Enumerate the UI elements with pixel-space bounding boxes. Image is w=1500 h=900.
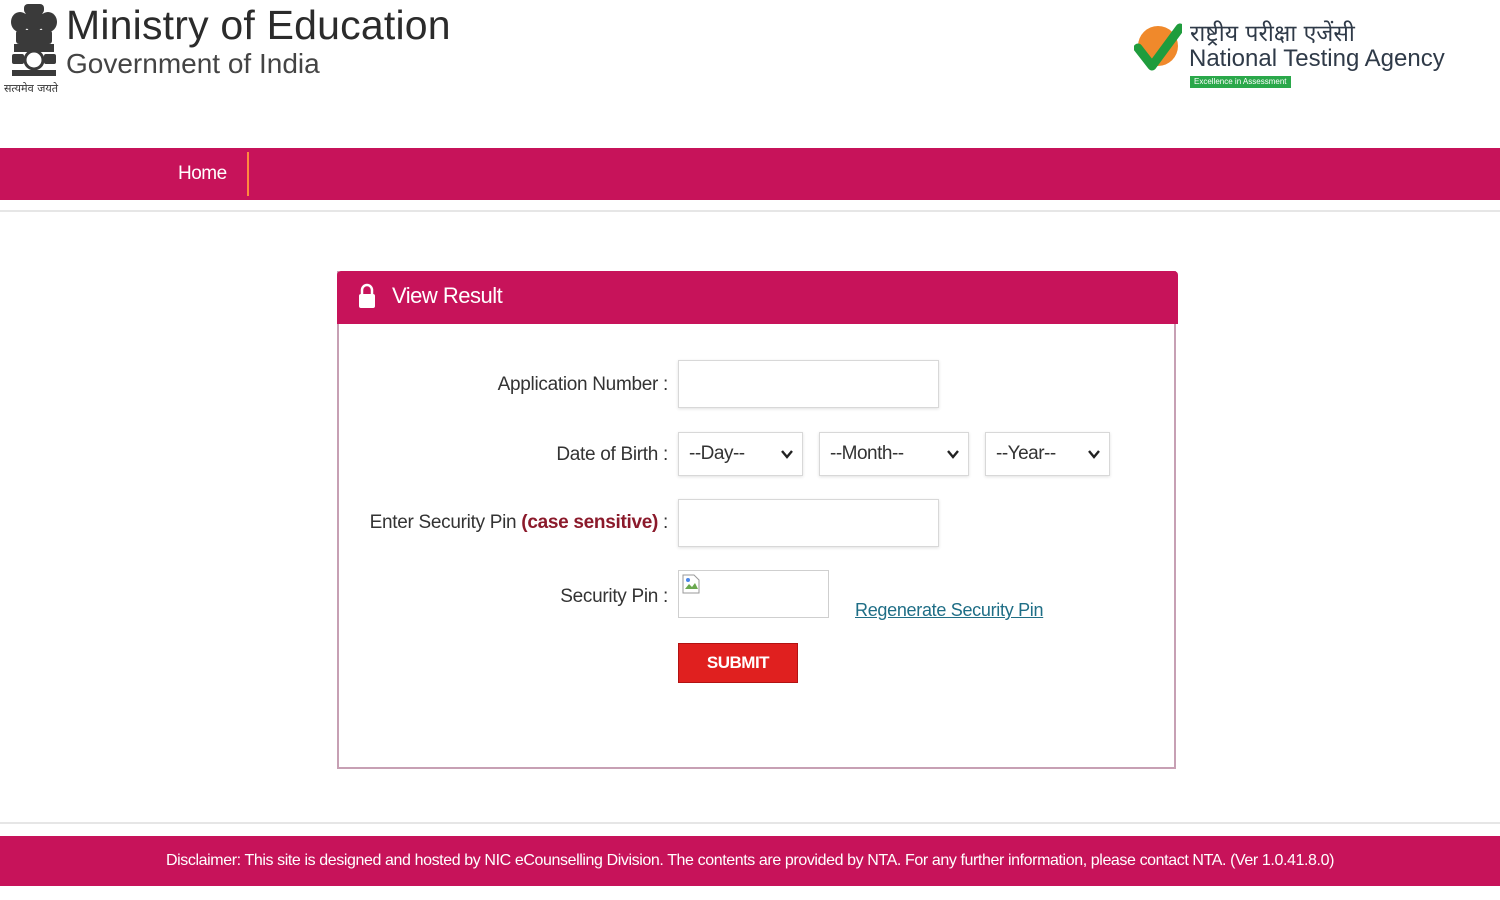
divider [0,210,1500,212]
security-pin-label: Security Pin : [560,586,668,607]
divider [0,822,1500,824]
dob-year-select[interactable]: --Year-- [985,432,1110,476]
dob-month-select[interactable]: --Month-- [819,432,969,476]
agency-hindi-name: राष्ट्रीय परीक्षा एजेंसी [1190,21,1355,47]
footer-disclaimer: Disclaimer: This site is designed and ho… [165,852,1335,869]
dob-year-value: --Year-- [996,443,1056,464]
chevron-down-icon [1088,450,1100,459]
broken-image-icon [682,574,700,594]
agency-tagline: Excellence in Assessment [1190,76,1291,88]
security-pin-captcha-image [678,570,829,618]
emblem-motto: सत्यमेव जयते [4,82,59,95]
nta-checkmark-logo-icon [1134,23,1182,71]
panel-header: View Result [337,271,1178,324]
application-number-input[interactable] [678,360,939,408]
case-sensitive-note: (case sensitive) [521,512,659,533]
main-nav-bar: Home [0,148,1500,200]
security-pin-entry-label-colon: : [663,512,668,533]
nav-home-link[interactable]: Home [178,148,227,200]
dob-day-value: --Day-- [689,443,745,464]
chevron-down-icon [947,450,959,459]
dob-label: Date of Birth : [556,444,668,465]
panel-title: View Result [392,283,503,308]
regenerate-security-pin-link[interactable]: Regenerate Security Pin [855,600,1044,621]
site-header: सत्यमेव जयते Ministry of Education Gover… [0,0,1500,148]
dob-day-select[interactable]: --Day-- [678,432,803,476]
security-pin-input[interactable] [678,499,939,547]
dob-month-value: --Month-- [830,443,904,464]
agency-name: National Testing Agency [1189,45,1445,72]
ministry-subtitle: Government of India [66,48,320,79]
submit-button[interactable]: SUBMIT [678,643,798,683]
security-pin-entry-label: Enter Security Pin (case sensitive) : [369,512,669,534]
lock-icon [359,283,375,308]
application-number-label: Application Number : [497,374,669,395]
security-pin-entry-label-main: Enter Security Pin [369,512,517,533]
nav-separator [247,152,249,196]
chevron-down-icon [781,450,793,459]
ministry-title: Ministry of Education [66,2,451,48]
site-footer: Disclaimer: This site is designed and ho… [0,836,1500,886]
